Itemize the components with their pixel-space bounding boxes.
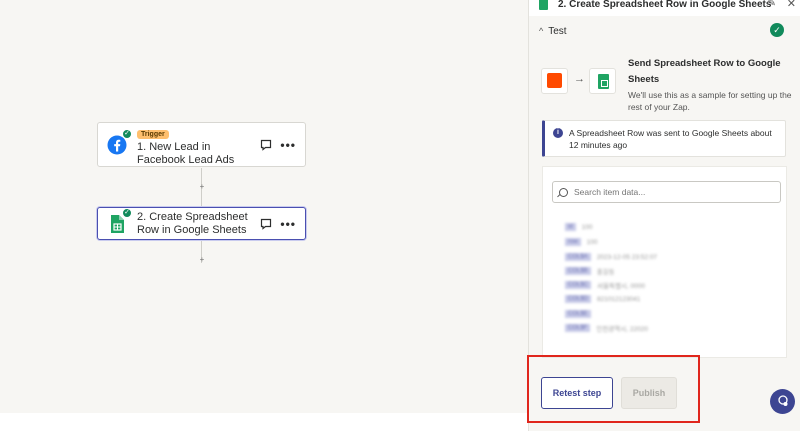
data-row: COL$F 인천광역시, 22020 [565,324,648,333]
search-icon [559,187,568,197]
send-description: We'll use this as a sample for setting u… [628,90,792,112]
data-value: 100 [581,223,593,231]
data-value: 서울특별시, 0000 [597,283,645,290]
zapier-icon [547,73,562,88]
data-row: COL$E [565,310,597,318]
data-key: COL$D [565,295,592,303]
notice-text: A Spreadsheet Row was sent to Google She… [569,128,772,150]
more-options-icon[interactable]: ••• [280,139,296,151]
chevron-up-icon[interactable]: ^ [539,26,543,36]
data-row: COL$C 서울특별시, 0000 [565,281,645,290]
data-key: COL$E [565,310,591,318]
google-sheets-icon [539,0,548,10]
data-value: 821012123041 [597,295,641,303]
data-value: 2023-12-05 23:52:07 [596,253,658,261]
search-field[interactable] [552,181,781,203]
arrow-right-icon: → [574,73,585,85]
step-node-trigger[interactable]: ✓ Trigger 1. New Lead in Facebook Lead A… [97,122,306,167]
data-row: COL$D 821012123041 [565,295,640,303]
data-value: 100 [586,238,598,246]
step-title: 1. New Lead in Facebook Lead Ads [137,140,235,166]
check-icon: ✓ [122,128,132,139]
sent-notice: i A Spreadsheet Row was sent to Google S… [542,120,786,157]
facebook-icon: ✓ [107,128,132,155]
edit-pencil-icon[interactable]: ✎ [768,0,776,9]
panel-header: 2. Create Spreadsheet Row in Google Shee… [529,0,800,14]
step-title: 2. Create Spreadsheet Row in Google Shee… [137,210,248,236]
help-chat-icon[interactable] [770,389,795,414]
data-key: COL$B [565,267,591,275]
data-key: COL$F [565,324,591,332]
search-input[interactable] [574,187,774,197]
data-key: COL$A [565,253,591,261]
step-node-action[interactable]: ✓ 2. Create Spreadsheet Row in Google Sh… [97,207,306,240]
comment-icon[interactable] [260,218,272,230]
panel-title: 2. Create Spreadsheet Row in Google Shee… [558,0,772,10]
data-value: 인천광역시, 22020 [596,326,648,333]
add-step-plus[interactable]: + [198,256,206,264]
success-check-icon: ✓ [770,23,784,37]
close-icon[interactable]: ✕ [787,0,796,10]
item-data-card: id 100 row 100 COL$A 2023-12-05 23:52:07… [542,166,787,358]
data-row: id 100 [565,223,593,231]
data-key: COL$C [565,281,592,289]
publish-button[interactable]: Publish [621,377,677,409]
send-sample-block: → Send Spreadsheet Row to Google Sheets … [541,56,792,116]
data-key: id [565,223,576,231]
test-section-header[interactable]: ^ Test ✓ [529,16,800,46]
send-title: Send Spreadsheet Row to Google Sheets [628,58,781,85]
data-value: 홍길동 [596,269,615,276]
test-section-label: Test [548,25,567,37]
google-sheets-icon [598,74,609,89]
check-icon: ✓ [122,207,132,218]
data-key: row [565,238,581,246]
google-sheets-icon: ✓ [107,207,132,234]
more-options-icon[interactable]: ••• [280,218,296,230]
data-row: COL$B 홍길동 [565,267,615,276]
data-row: COL$A 2023-12-05 23:52:07 [565,253,657,261]
comment-icon[interactable] [260,139,272,151]
trigger-badge: Trigger [137,129,169,139]
workflow-canvas[interactable]: ✓ Trigger 1. New Lead in Facebook Lead A… [0,0,528,413]
add-step-plus[interactable]: + [198,183,206,191]
info-icon: i [553,128,563,138]
data-row: row 100 [565,238,598,246]
sheets-app-box [589,68,616,94]
retest-step-button[interactable]: Retest step [541,377,613,409]
